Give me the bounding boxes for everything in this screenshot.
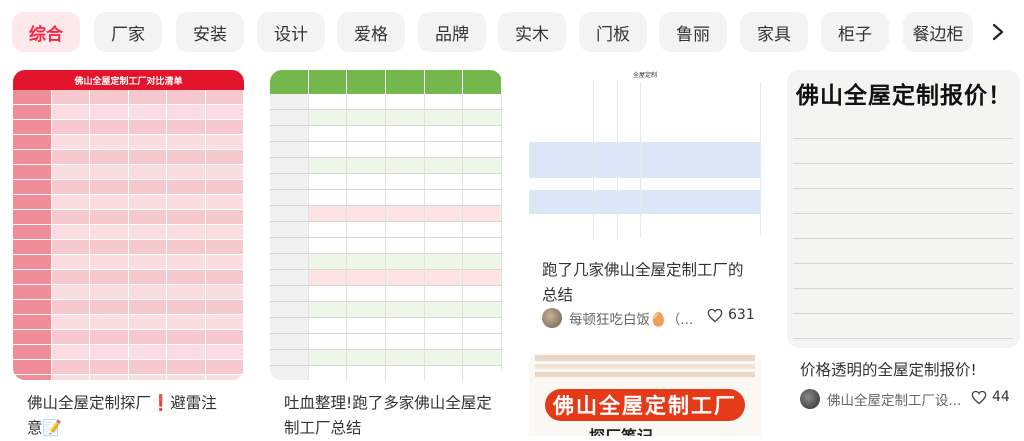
thumb-row xyxy=(270,174,502,190)
tab-7[interactable]: 门板 xyxy=(579,12,647,52)
thumb-row xyxy=(529,106,761,118)
thumb-row xyxy=(13,270,244,285)
thumb-row xyxy=(13,255,244,270)
card-1-thumbnail[interactable]: 佛山全屋定制工厂对比清单 xyxy=(13,70,244,380)
tab-9[interactable]: 家具 xyxy=(740,12,808,52)
card-2-thumbnail[interactable] xyxy=(270,70,502,380)
thumb-row xyxy=(270,190,502,206)
thumb-row xyxy=(793,141,1013,164)
thumb-row xyxy=(13,150,244,165)
tab-5[interactable]: 品牌 xyxy=(418,12,486,52)
thumb-row xyxy=(270,110,502,126)
tab-1[interactable]: 厂家 xyxy=(94,12,162,52)
thumb-row xyxy=(270,206,502,222)
thumb-row xyxy=(13,210,244,225)
thumb-row xyxy=(13,120,244,135)
thumb-row xyxy=(793,216,1013,239)
card-5-thumbnail[interactable]: 佛山全屋定制报价！ xyxy=(787,70,1020,348)
thumb-row xyxy=(529,82,761,94)
card-4-thumbnail[interactable]: 佛山全屋定制工厂 探厂笔记 xyxy=(529,353,761,436)
thumb-row xyxy=(793,166,1013,189)
thumb-row xyxy=(13,300,244,315)
thumb-row xyxy=(529,166,761,178)
thumb-row xyxy=(270,142,502,158)
thumb-row xyxy=(270,238,502,254)
tab-11[interactable]: 餐边柜 xyxy=(903,12,973,52)
thumb-row xyxy=(793,191,1013,214)
tab-2[interactable]: 安装 xyxy=(176,12,244,52)
tab-8[interactable]: 鲁丽 xyxy=(659,12,727,52)
thumb-row xyxy=(270,302,502,318)
thumb-row xyxy=(270,318,502,334)
thumb-row xyxy=(270,126,502,142)
card-3-thumb-title: 全屋定制 xyxy=(632,72,657,79)
thumb-row xyxy=(13,240,244,255)
card-5-title[interactable]: 价格透明的全屋定制报价! xyxy=(800,358,1005,383)
thumb-row xyxy=(529,226,761,238)
thumb-row xyxy=(270,94,502,110)
thumb-row xyxy=(13,180,244,195)
thumb-row xyxy=(270,334,502,350)
thumb-row xyxy=(270,254,502,270)
thumb-row xyxy=(529,130,761,142)
thumb-row xyxy=(13,135,244,150)
card-5-avatar xyxy=(800,389,820,409)
thumb-row xyxy=(529,142,761,154)
card-1-thumb-title: 佛山全屋定制工厂对比清单 xyxy=(13,70,244,90)
heart-icon xyxy=(707,308,723,322)
thumb-row xyxy=(13,225,244,240)
tab-10[interactable]: 柜子 xyxy=(821,12,889,52)
card-5-like[interactable]: 44 xyxy=(971,389,1010,405)
heart-icon xyxy=(971,390,987,404)
card-3-like[interactable]: 631 xyxy=(707,307,755,323)
card-5-thumb-title: 佛山全屋定制报价！ xyxy=(796,83,1012,109)
tab-3[interactable]: 设计 xyxy=(257,12,325,52)
thumb-row xyxy=(270,366,502,380)
thumb-row xyxy=(13,330,244,345)
card-3-thumbnail[interactable]: 全屋定制 xyxy=(529,70,761,245)
thumb-row xyxy=(270,286,502,302)
thumb-row xyxy=(793,241,1013,264)
thumb-row xyxy=(793,316,1013,339)
thumb-row xyxy=(13,165,244,180)
thumb-row xyxy=(529,190,761,202)
card-3-avatar xyxy=(542,308,562,328)
thumb-row xyxy=(13,315,244,330)
thumb-row xyxy=(13,360,244,375)
chevron-right-icon[interactable] xyxy=(984,12,1012,52)
thumb-row xyxy=(13,285,244,300)
thumb-row xyxy=(793,116,1013,139)
thumb-row xyxy=(529,202,761,214)
tab-0[interactable]: 综合 xyxy=(12,12,80,52)
thumb-row xyxy=(529,178,761,190)
thumb-row xyxy=(270,158,502,174)
card-2-title[interactable]: 吐血整理!跑了多家佛山全屋定制工厂总结 xyxy=(284,391,494,441)
thumb-row xyxy=(13,195,244,210)
thumb-row xyxy=(793,291,1013,314)
tab-4[interactable]: 爱格 xyxy=(337,12,405,52)
card-4-subtitle: 探厂笔记 xyxy=(589,423,653,436)
thumb-row xyxy=(529,214,761,226)
card-3-author[interactable]: 每顿狂吃白饭🥚（... xyxy=(542,308,693,328)
thumb-row xyxy=(529,118,761,130)
thumb-row xyxy=(270,270,502,286)
card-5-author[interactable]: 佛山全屋定制工厂设... xyxy=(800,389,961,409)
thumb-row xyxy=(13,375,244,380)
thumb-row xyxy=(270,222,502,238)
thumb-row xyxy=(529,94,761,106)
thumb-row xyxy=(13,90,244,105)
thumb-row xyxy=(793,266,1013,289)
card-3-title[interactable]: 跑了几家佛山全屋定制工厂的总结 xyxy=(542,258,747,308)
card-4-banner: 佛山全屋定制工厂 xyxy=(545,389,745,421)
category-tab-bar: 综合 厂家 安装 设计 爱格 品牌 实木 门板 鲁丽 家具 柜子 餐边柜 xyxy=(0,0,1024,62)
thumb-row xyxy=(13,345,244,360)
thumb-row xyxy=(529,154,761,166)
thumb-row xyxy=(270,350,502,366)
card-1-title[interactable]: 佛山全屋定制探厂❗️避雷注意📝 xyxy=(27,391,232,441)
tab-6[interactable]: 实木 xyxy=(498,12,566,52)
thumb-row xyxy=(13,105,244,120)
